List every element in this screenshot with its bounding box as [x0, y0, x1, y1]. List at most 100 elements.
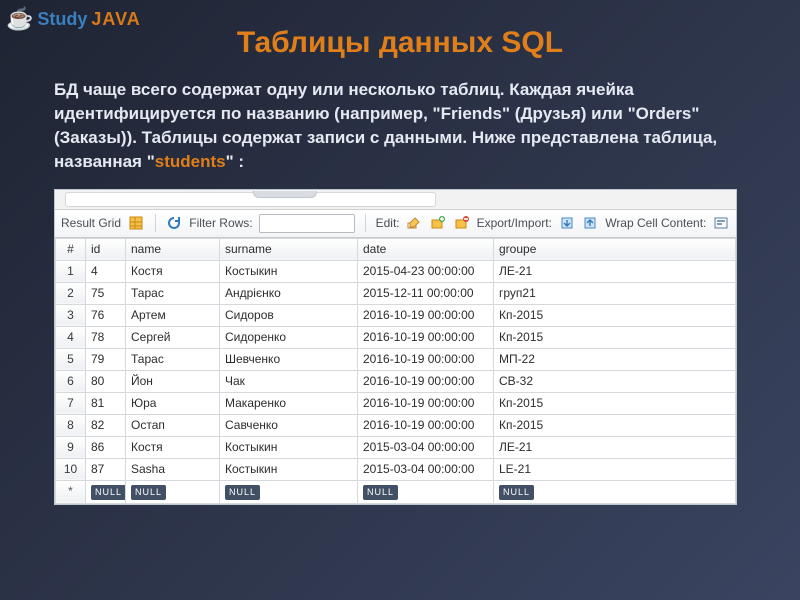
cell-groupe[interactable]: LE-21: [494, 458, 736, 480]
row-number: 5: [56, 348, 86, 370]
col-groupe[interactable]: groupe: [494, 238, 736, 260]
null-badge: NULL: [499, 485, 534, 500]
cell-groupe[interactable]: МП-22: [494, 348, 736, 370]
cell-date[interactable]: 2016-10-19 00:00:00: [358, 414, 494, 436]
cell-name[interactable]: Тарас: [126, 282, 220, 304]
cell-id[interactable]: 80: [86, 370, 126, 392]
cell-surname[interactable]: Макаренко: [220, 392, 358, 414]
cell-date[interactable]: 2015-12-11 00:00:00: [358, 282, 494, 304]
toolbar-sep: [155, 214, 156, 232]
row-number: 4: [56, 326, 86, 348]
col-surname[interactable]: surname: [220, 238, 358, 260]
cell-groupe[interactable]: Кп-2015: [494, 414, 736, 436]
cell-date[interactable]: 2016-10-19 00:00:00: [358, 304, 494, 326]
table-row[interactable]: 579ТарасШевченко2016-10-19 00:00:00МП-22: [56, 348, 736, 370]
cell-id[interactable]: 87: [86, 458, 126, 480]
row-number: 8: [56, 414, 86, 436]
cell-name[interactable]: Сергей: [126, 326, 220, 348]
cell-name[interactable]: Sasha: [126, 458, 220, 480]
add-row-icon[interactable]: [429, 214, 447, 232]
cell-surname[interactable]: Костыкин: [220, 436, 358, 458]
cell-date[interactable]: NULL: [358, 480, 494, 503]
row-number: 2: [56, 282, 86, 304]
cell-id[interactable]: 81: [86, 392, 126, 414]
cell-date[interactable]: 2016-10-19 00:00:00: [358, 326, 494, 348]
cell-name[interactable]: Костя: [126, 260, 220, 282]
refresh-icon[interactable]: [166, 214, 184, 232]
table-row[interactable]: 275ТарасАндрієнко2015-12-11 00:00:00груп…: [56, 282, 736, 304]
panel-top-banner: [55, 190, 736, 210]
table-row[interactable]: 882ОстапСавченко2016-10-19 00:00:00Кп-20…: [56, 414, 736, 436]
cell-surname[interactable]: Чак: [220, 370, 358, 392]
result-grid-label: Result Grid: [61, 216, 121, 230]
export-icon[interactable]: [558, 214, 576, 232]
table-row[interactable]: 478СергейСидоренко2016-10-19 00:00:00Кп-…: [56, 326, 736, 348]
wrap-cell-icon[interactable]: [712, 214, 730, 232]
cell-groupe[interactable]: NULL: [494, 480, 736, 503]
cell-surname[interactable]: Костыкин: [220, 260, 358, 282]
cell-groupe[interactable]: Кп-2015: [494, 304, 736, 326]
cell-name[interactable]: Тарас: [126, 348, 220, 370]
cell-groupe[interactable]: СВ-32: [494, 370, 736, 392]
table-row[interactable]: 781ЮраМакаренко2016-10-19 00:00:00Кп-201…: [56, 392, 736, 414]
table-row[interactable]: 1087SashaКостыкин2015-03-04 00:00:00LE-2…: [56, 458, 736, 480]
cell-id[interactable]: 78: [86, 326, 126, 348]
table-row[interactable]: 14КостяКостыкин2015-04-23 00:00:00ЛЕ-21: [56, 260, 736, 282]
cell-groupe[interactable]: груп21: [494, 282, 736, 304]
col-date[interactable]: date: [358, 238, 494, 260]
cell-id[interactable]: 82: [86, 414, 126, 436]
cell-date[interactable]: 2015-03-04 00:00:00: [358, 458, 494, 480]
cell-surname[interactable]: Савченко: [220, 414, 358, 436]
cell-groupe[interactable]: Кп-2015: [494, 392, 736, 414]
cell-date[interactable]: 2016-10-19 00:00:00: [358, 392, 494, 414]
cell-name[interactable]: Юра: [126, 392, 220, 414]
logo-study-text: Study: [37, 9, 87, 30]
row-number: 10: [56, 458, 86, 480]
cell-id[interactable]: 4: [86, 260, 126, 282]
cell-surname[interactable]: NULL: [220, 480, 358, 503]
cell-name[interactable]: Артем: [126, 304, 220, 326]
table-row[interactable]: 376АртемСидоров2016-10-19 00:00:00Кп-201…: [56, 304, 736, 326]
cell-name[interactable]: Йон: [126, 370, 220, 392]
table-row[interactable]: 680ЙонЧак2016-10-19 00:00:00СВ-32: [56, 370, 736, 392]
cell-name[interactable]: Костя: [126, 436, 220, 458]
filter-rows-label: Filter Rows:: [189, 216, 252, 230]
cell-id[interactable]: 75: [86, 282, 126, 304]
cell-groupe[interactable]: Кп-2015: [494, 326, 736, 348]
result-grid-icon[interactable]: [127, 214, 145, 232]
cell-groupe[interactable]: ЛЕ-21: [494, 436, 736, 458]
cell-surname[interactable]: Шевченко: [220, 348, 358, 370]
delete-row-icon[interactable]: [453, 214, 471, 232]
table-row-new[interactable]: *NULLNULLNULLNULLNULL: [56, 480, 736, 503]
col-name[interactable]: name: [126, 238, 220, 260]
cell-id[interactable]: 79: [86, 348, 126, 370]
edit-row-icon[interactable]: [406, 214, 424, 232]
cell-date[interactable]: 2016-10-19 00:00:00: [358, 348, 494, 370]
null-badge: NULL: [91, 485, 126, 500]
export-import-label: Export/Import:: [477, 216, 552, 230]
cell-date[interactable]: 2015-03-04 00:00:00: [358, 436, 494, 458]
cell-groupe[interactable]: ЛЕ-21: [494, 260, 736, 282]
col-id[interactable]: id: [86, 238, 126, 260]
cell-name[interactable]: Остап: [126, 414, 220, 436]
col-rownum[interactable]: #: [56, 238, 86, 260]
cell-surname[interactable]: Андрієнко: [220, 282, 358, 304]
banner-handle: [253, 191, 317, 198]
cell-surname[interactable]: Сидоров: [220, 304, 358, 326]
cell-surname[interactable]: Сидоренко: [220, 326, 358, 348]
null-badge: NULL: [225, 485, 260, 500]
cell-id[interactable]: NULL: [86, 480, 126, 503]
cell-id[interactable]: 86: [86, 436, 126, 458]
intro-before: БД чаще всего содержат одну или нескольк…: [54, 80, 717, 171]
filter-rows-input[interactable]: [259, 214, 355, 233]
cell-date[interactable]: 2015-04-23 00:00:00: [358, 260, 494, 282]
import-icon[interactable]: [582, 214, 600, 232]
cell-id[interactable]: 76: [86, 304, 126, 326]
cell-date[interactable]: 2016-10-19 00:00:00: [358, 370, 494, 392]
table-row[interactable]: 986КостяКостыкин2015-03-04 00:00:00ЛЕ-21: [56, 436, 736, 458]
toolbar-sep: [365, 214, 366, 232]
result-grid-toolbar: Result Grid Filter Rows: Edit: Export/Im…: [55, 210, 736, 238]
null-badge: NULL: [363, 485, 398, 500]
cell-name[interactable]: NULL: [126, 480, 220, 503]
cell-surname[interactable]: Костыкин: [220, 458, 358, 480]
